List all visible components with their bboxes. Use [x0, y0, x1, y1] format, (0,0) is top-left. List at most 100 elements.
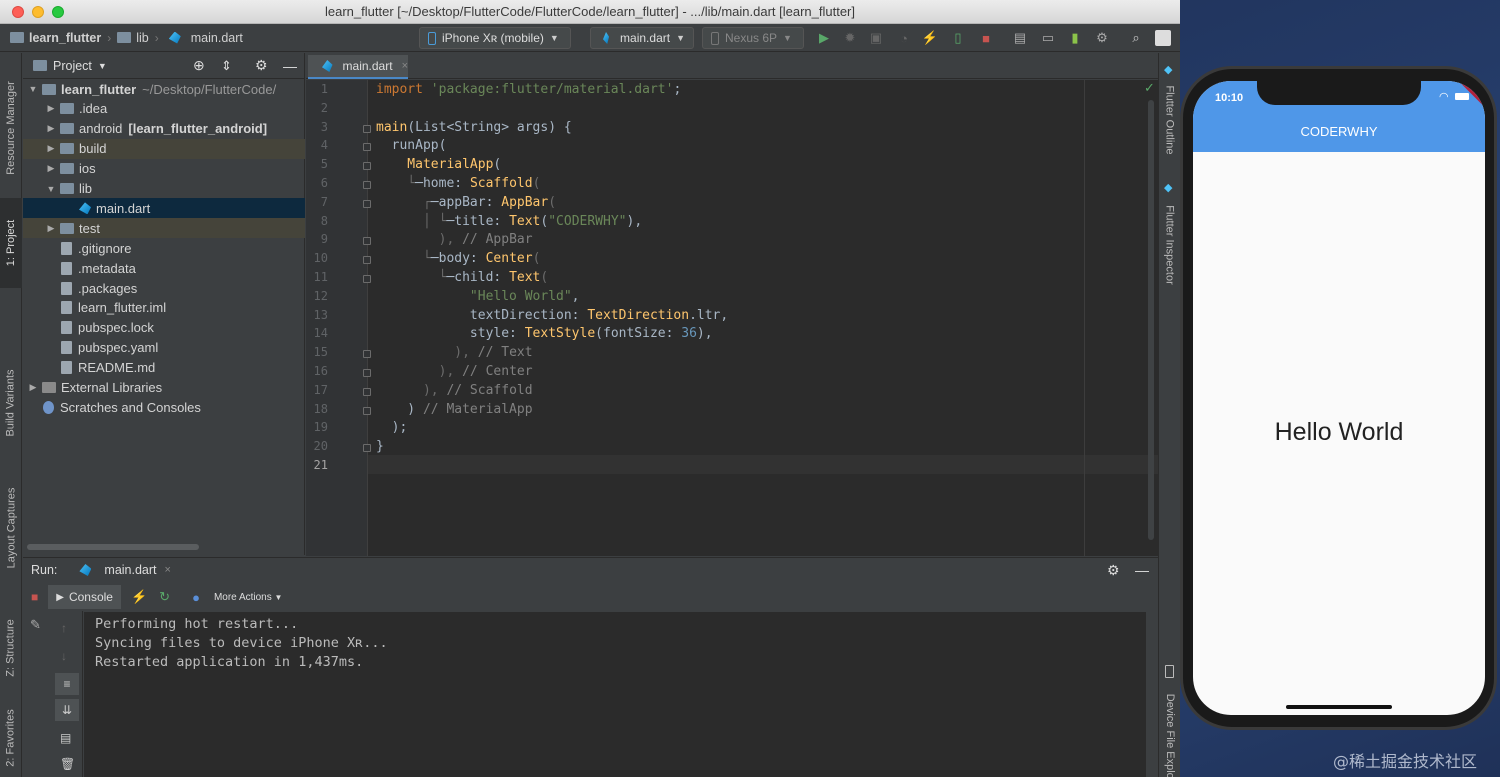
chevron-right-icon[interactable]: ▶ [45, 143, 57, 154]
tree-item[interactable]: Scratches and Consoles [23, 397, 305, 417]
tab-resource-manager[interactable]: Resource Manager [0, 63, 22, 193]
chevron-right-icon[interactable]: ▶ [45, 123, 57, 134]
tree-item[interactable]: ▶ ios [23, 159, 305, 179]
home-indicator[interactable] [1286, 705, 1392, 709]
tree-item[interactable]: main.dart [23, 198, 305, 219]
fold-marker-icon[interactable] [363, 162, 371, 171]
tab-layout-captures[interactable]: Layout Captures [0, 468, 22, 588]
sdk-manager-icon[interactable]: ⚙ [1094, 30, 1110, 46]
fold-marker-icon[interactable] [363, 275, 371, 283]
fold-marker-icon[interactable] [363, 444, 371, 453]
run-icon[interactable]: ▶ [816, 30, 832, 46]
fold-marker-icon[interactable] [363, 143, 371, 152]
minimize-window-icon[interactable] [32, 6, 44, 18]
tree-item[interactable]: .packages [23, 278, 305, 298]
close-tab-icon[interactable]: × [165, 564, 171, 576]
fold-marker-icon[interactable] [363, 369, 371, 377]
phone-screen[interactable]: 10:10 ◠ DEBUG CODERWHY Hello World [1193, 81, 1485, 715]
fold-marker-icon[interactable] [363, 237, 371, 246]
tab-project[interactable]: 1: Project [0, 198, 22, 288]
avd-manager-icon[interactable]: ▮ [1067, 30, 1083, 46]
tab-structure[interactable]: Z: Structure [0, 603, 22, 693]
tab-build-variants[interactable]: Build Variants [0, 353, 22, 453]
avatar[interactable] [1155, 30, 1171, 46]
close-tab-icon[interactable]: × [402, 60, 408, 72]
tree-item[interactable]: pubspec.yaml [23, 338, 305, 358]
profile-icon[interactable]: ◔ [896, 30, 912, 46]
chevron-right-icon[interactable]: ▶ [45, 223, 57, 234]
horizontal-scrollbar[interactable] [27, 544, 199, 550]
tab-main-dart[interactable]: main.dart × [308, 55, 408, 79]
tree-item[interactable]: pubspec.lock [23, 318, 305, 338]
run-tab[interactable]: main.dart [104, 563, 156, 577]
fold-marker-icon[interactable] [363, 350, 371, 359]
device-selector[interactable]: iPhone Xʀ (mobile) ▼ [419, 27, 571, 49]
vertical-scrollbar[interactable] [1148, 100, 1154, 540]
tree-item[interactable]: .metadata [23, 258, 305, 278]
close-window-icon[interactable] [12, 6, 24, 18]
tree-item[interactable]: README.md [23, 358, 305, 378]
tree-item[interactable]: ▼ learn_flutter ~/Desktop/FlutterCode/ [23, 79, 305, 99]
down-arrow-icon[interactable]: ↓ [61, 649, 67, 663]
scroll-to-end-icon[interactable]: ⇊ [55, 699, 79, 721]
gear-icon[interactable]: ⚙ [1107, 562, 1120, 579]
tree-item[interactable]: ▶ External Libraries [23, 378, 305, 398]
soft-wrap-icon[interactable]: ≡ [55, 673, 79, 695]
hide-panel-icon[interactable]: — [1135, 562, 1149, 578]
chevron-right-icon[interactable]: ▶ [27, 382, 39, 393]
stop-icon[interactable]: ■ [31, 590, 38, 604]
up-arrow-icon[interactable]: ↑ [61, 621, 67, 635]
dropdown-arrow-icon[interactable]: ▼ [98, 61, 107, 71]
fold-marker-icon[interactable] [363, 124, 371, 133]
chevron-down-icon[interactable]: ▼ [27, 84, 39, 94]
chevron-down-icon[interactable]: ▼ [45, 184, 57, 194]
layout-icon[interactable]: ▭ [1040, 30, 1056, 46]
fold-marker-icon[interactable] [363, 181, 371, 189]
fold-marker-icon[interactable] [363, 387, 371, 396]
sync-icon[interactable]: ▤ [1012, 30, 1028, 46]
coverage-icon[interactable]: ▣ [868, 30, 884, 46]
hot-reload-icon[interactable]: ⚡ [922, 30, 938, 46]
chevron-right-icon[interactable]: ▶ [45, 103, 57, 114]
tree-item[interactable]: ▶ .idea [23, 99, 305, 119]
tree-item[interactable]: ▶ build [23, 138, 305, 159]
gear-icon[interactable]: ⚙ [255, 57, 268, 74]
trash-icon[interactable]: 🗑 [60, 757, 75, 771]
more-actions-button[interactable]: More Actions ▼ [214, 592, 283, 603]
tree-item[interactable]: ▶ android [learn_flutter_android] [23, 119, 305, 139]
debug-icon[interactable]: ✹ [842, 30, 858, 46]
collapse-icon[interactable]: ⇕ [221, 58, 232, 74]
fold-marker-icon[interactable] [363, 406, 371, 415]
globe-icon[interactable]: ● [192, 590, 200, 605]
code-editor[interactable]: 1 2 3 4 5 6 7 8 9 10 11 12 13 14 15 16 17 18 19 20 21 import… [306, 80, 1158, 556]
tree-item[interactable]: learn_flutter.iml [23, 298, 305, 318]
stop-icon[interactable]: ■ [978, 30, 994, 46]
maximize-window-icon[interactable] [52, 6, 64, 18]
emulator-selector[interactable]: Nexus 6P ▼ [702, 27, 804, 49]
tab-flutter-outline[interactable]: Flutter Outline [1159, 75, 1180, 165]
project-view-selector[interactable]: Project [53, 59, 92, 73]
breadcrumb-project[interactable]: learn_flutter [0, 31, 107, 45]
tab-flutter-inspector[interactable]: Flutter Inspector [1159, 195, 1180, 295]
run-config-selector[interactable]: main.dart ▼ [590, 27, 694, 49]
console-tab[interactable]: ▶ Console [48, 585, 121, 609]
breadcrumb-file[interactable]: main.dart [159, 31, 249, 45]
fold-marker-icon[interactable] [363, 199, 371, 208]
tree-item[interactable]: ▶ test [23, 218, 305, 239]
hide-panel-icon[interactable]: — [283, 58, 297, 74]
pin-icon[interactable]: ✎ [30, 617, 41, 633]
print-icon[interactable]: ▤ [60, 731, 71, 745]
hot-restart-icon[interactable]: ▯ [950, 30, 966, 46]
console-output[interactable]: Performing hot restart... Syncing files … [84, 612, 1146, 777]
hot-restart-icon[interactable]: ↻ [159, 589, 170, 605]
chevron-right-icon[interactable]: ▶ [45, 163, 57, 174]
tree-item[interactable]: .gitignore [23, 238, 305, 258]
breadcrumb-lib[interactable]: lib [111, 31, 155, 45]
tab-device-file-explorer[interactable]: Device File Explorer [1159, 683, 1180, 777]
tab-favorites[interactable]: 2: Favorites [0, 703, 22, 773]
hot-reload-icon[interactable]: ⚡ [131, 589, 147, 605]
search-icon[interactable]: ⌕ [1128, 30, 1144, 46]
fold-marker-icon[interactable] [363, 256, 371, 265]
tree-item[interactable]: ▼ lib [23, 179, 305, 199]
locate-icon[interactable]: ⊕ [193, 57, 205, 74]
